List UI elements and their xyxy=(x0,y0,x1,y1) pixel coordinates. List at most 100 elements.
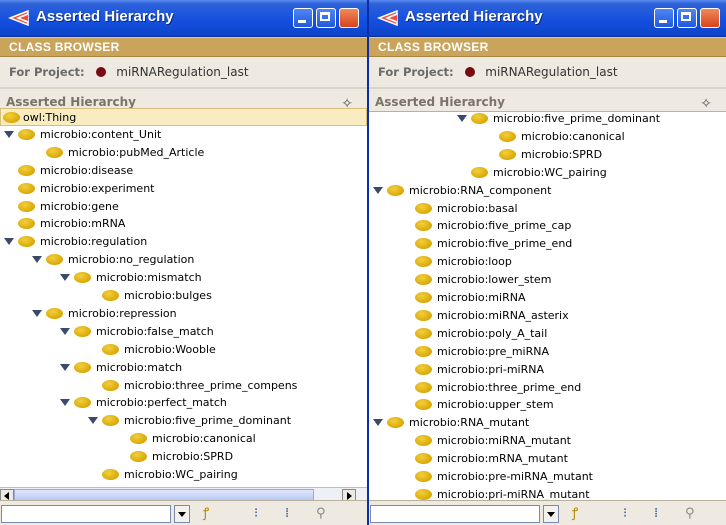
maximize-icon[interactable] xyxy=(316,8,336,28)
tree-row[interactable]: microbio:three_prime_compens xyxy=(0,377,367,395)
tree-row[interactable]: microbio:basal xyxy=(369,200,726,218)
tree-row[interactable]: microbio:no_regulation xyxy=(0,251,367,269)
class-icon xyxy=(3,112,20,123)
tree-row[interactable]: microbio:miRNA_mutant xyxy=(369,432,726,450)
tree-row[interactable]: microbio:upper_stem xyxy=(369,396,726,414)
tree-row[interactable]: microbio:RNA_component xyxy=(369,182,726,200)
tree-row[interactable]: microbio:pre_miRNA xyxy=(369,343,726,361)
tree-row[interactable]: microbio:mismatch xyxy=(0,269,367,287)
search-icon[interactable]: ⚲ xyxy=(316,505,326,523)
class-icon xyxy=(102,469,119,480)
tree-row[interactable]: microbio:five_prime_dominant xyxy=(369,110,726,128)
expand-toggle-icon[interactable] xyxy=(373,186,383,194)
tree-row[interactable]: microbio:loop xyxy=(369,253,726,271)
class-tree[interactable]: owl:Thing microbio:content_Unit microbio:p… xyxy=(0,108,367,483)
tree-item-label: microbio:RNA_mutant xyxy=(409,416,530,430)
bottom-toolbar: ꝭ ⁝ ⁞ ⚲ xyxy=(0,500,367,525)
tree-row[interactable]: microbio:disease xyxy=(0,162,367,180)
class-icon xyxy=(415,202,432,214)
tree-item-label: microbio:mRNA_mutant xyxy=(437,452,568,466)
for-project-label: For Project: xyxy=(9,65,85,79)
tree-row[interactable]: microbio:match xyxy=(0,359,367,377)
expand-toggle-icon[interactable] xyxy=(32,256,42,264)
tree-row[interactable]: microbio:WC_pairing xyxy=(369,164,726,182)
title-bar[interactable]: Asserted Hierarchy xyxy=(369,0,726,37)
tree-item-label: microbio:mismatch xyxy=(96,271,202,285)
tree-item-label: microbio:three_prime_compens xyxy=(124,378,298,392)
tree-row[interactable]: microbio:content_Unit xyxy=(0,126,367,144)
class-icon xyxy=(18,218,35,230)
tree-item-label: microbio:perfect_match xyxy=(96,396,227,410)
tree-row[interactable]: microbio:poly_A_tail xyxy=(369,325,726,343)
tree-row[interactable]: microbio:mRNA_mutant xyxy=(369,450,726,468)
minimize-icon[interactable] xyxy=(293,8,313,28)
find-dropdown[interactable] xyxy=(174,505,190,523)
tree-item-label: owl:Thing xyxy=(23,111,77,124)
find-dropdown[interactable] xyxy=(543,505,559,523)
tree-row[interactable]: microbio:pre-miRNA_mutant xyxy=(369,468,726,486)
collapse-icon[interactable]: ⁞ xyxy=(285,505,289,523)
expand-toggle-icon[interactable] xyxy=(373,419,383,427)
close-icon[interactable] xyxy=(339,8,359,28)
expand-icon[interactable]: ⁝ xyxy=(623,505,627,523)
close-icon[interactable] xyxy=(700,8,720,28)
tree-row[interactable]: microbio:miRNA_asterix xyxy=(369,307,726,325)
tree-row[interactable]: microbio:regulation xyxy=(0,233,367,251)
tree-row[interactable]: owl:Thing xyxy=(0,108,367,126)
tree-row[interactable]: microbio:repression xyxy=(0,305,367,323)
tree-row[interactable]: microbio:RNA_mutant xyxy=(369,414,726,432)
tree-row[interactable]: microbio:lower_stem xyxy=(369,271,726,289)
expand-toggle-icon[interactable] xyxy=(4,238,14,246)
tree-item-label: microbio:five_prime_dominant xyxy=(124,414,292,428)
expand-icon[interactable]: ⁝ xyxy=(254,505,258,523)
tree-row[interactable]: microbio:WC_pairing xyxy=(0,466,367,483)
maximize-icon[interactable] xyxy=(677,8,697,28)
tree-row[interactable]: microbio:five_prime_end xyxy=(369,235,726,253)
search-icon[interactable]: ⚲ xyxy=(685,505,695,523)
class-icon xyxy=(415,220,432,232)
expand-toggle-icon[interactable] xyxy=(60,327,70,335)
tree-row[interactable]: microbio:SPRD xyxy=(0,448,367,466)
app-icon xyxy=(377,10,398,26)
expand-toggle-icon[interactable] xyxy=(60,274,70,282)
expand-toggle-icon[interactable] xyxy=(60,399,70,407)
class-icon xyxy=(102,290,119,301)
find-icon[interactable]: ꝭ xyxy=(572,505,578,523)
tree-item-label: microbio:pri-miRNA_mutant xyxy=(437,487,590,501)
tree-row[interactable]: microbio:five_prime_dominant xyxy=(0,412,367,430)
expand-toggle-icon[interactable] xyxy=(4,130,14,138)
collapse-icon[interactable]: ⁞ xyxy=(654,505,658,523)
tree-row[interactable]: microbio:pri-miRNA xyxy=(369,361,726,379)
expand-toggle-icon[interactable] xyxy=(60,363,70,371)
tree-row[interactable]: microbio:SPRD xyxy=(369,146,726,164)
expand-toggle-icon[interactable] xyxy=(88,417,98,425)
tree-row[interactable]: microbio:mRNA xyxy=(0,215,367,233)
tree-row[interactable]: microbio:false_match xyxy=(0,323,367,341)
tree-item-label: microbio:five_prime_cap xyxy=(437,219,572,233)
class-tree[interactable]: microbio:five_prime_dominant microbio:can… xyxy=(369,108,726,502)
tree-item-label: microbio:content_Unit xyxy=(40,127,162,141)
tree-row[interactable]: microbio:three_prime_end xyxy=(369,379,726,397)
tree-item-label: microbio:RNA_component xyxy=(409,183,552,197)
tree-row[interactable]: microbio:bulges xyxy=(0,287,367,305)
expand-toggle-icon[interactable] xyxy=(32,309,42,317)
find-input[interactable] xyxy=(1,505,171,523)
tree-row[interactable]: microbio:pubMed_Article xyxy=(0,144,367,162)
tree-row[interactable]: microbio:experiment xyxy=(0,180,367,198)
class-icon xyxy=(415,453,432,465)
minimize-icon[interactable] xyxy=(654,8,674,28)
tree-row[interactable]: microbio:perfect_match xyxy=(0,394,367,412)
tree-row[interactable]: microbio:five_prime_cap xyxy=(369,217,726,235)
class-icon xyxy=(102,379,119,391)
tree-row[interactable]: microbio:canonical xyxy=(369,128,726,146)
tree-row[interactable]: microbio:miRNA xyxy=(369,289,726,307)
find-icon[interactable]: ꝭ xyxy=(203,505,209,523)
tree-row[interactable]: microbio:Wooble xyxy=(0,341,367,359)
tree-item-label: microbio:repression xyxy=(68,306,177,320)
tree-row[interactable]: microbio:gene xyxy=(0,198,367,216)
find-input[interactable] xyxy=(370,505,540,523)
class-icon xyxy=(415,471,432,482)
title-bar[interactable]: Asserted Hierarchy xyxy=(0,0,367,37)
expand-toggle-icon[interactable] xyxy=(457,115,467,122)
tree-row[interactable]: microbio:canonical xyxy=(0,430,367,448)
